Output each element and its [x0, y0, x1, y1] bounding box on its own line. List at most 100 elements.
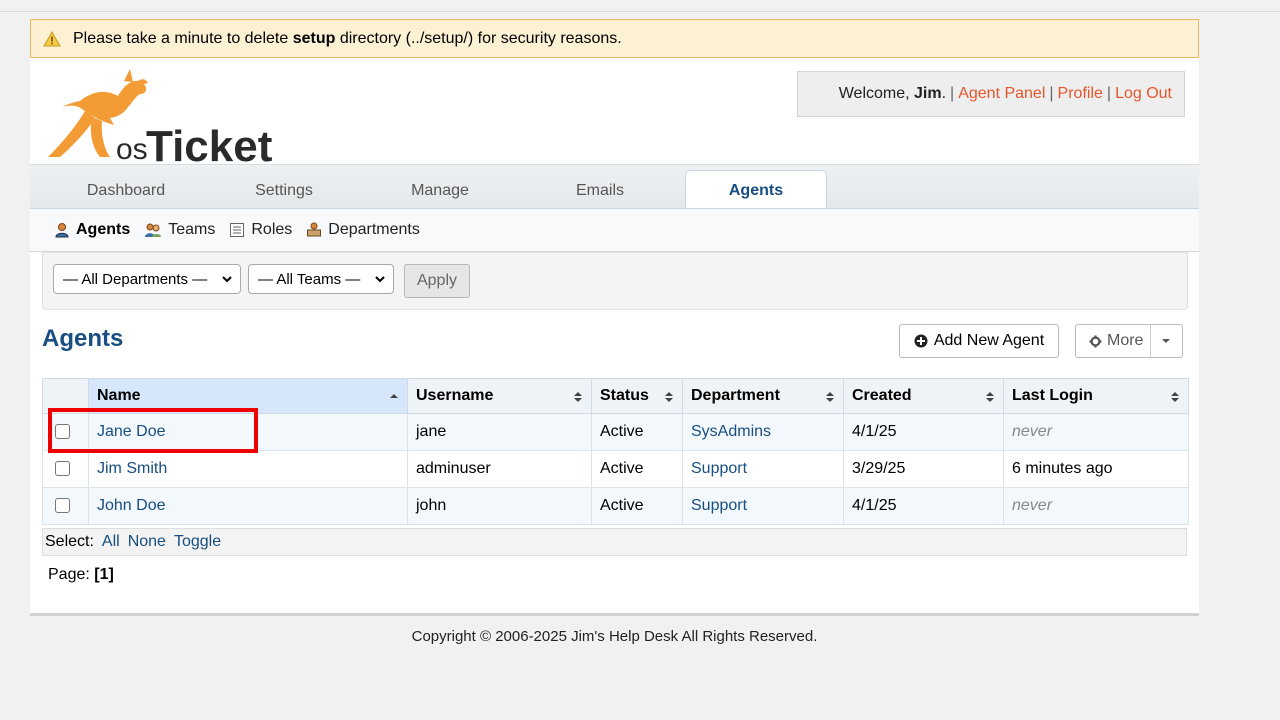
- department-link[interactable]: Support: [691, 460, 747, 477]
- column-header-status[interactable]: Status: [591, 378, 683, 414]
- more-button-label: More: [1107, 332, 1144, 349]
- department-cell: Support: [682, 450, 844, 488]
- page-title: Agents: [42, 325, 124, 352]
- created-cell: 4/1/25: [843, 487, 1004, 525]
- column-status-label: Status: [600, 387, 649, 404]
- created-cell: 4/1/25: [843, 413, 1004, 451]
- filter-bar: — All Departments — — All Teams — Apply: [42, 252, 1188, 310]
- department-filter-value: — All Departments —: [63, 270, 208, 288]
- agent-name-link[interactable]: Jim Smith: [97, 460, 167, 477]
- column-department-label: Department: [691, 387, 780, 404]
- column-header-department[interactable]: Department: [682, 378, 844, 414]
- subnav-item-departments[interactable]: Departments: [306, 221, 420, 239]
- sort-asc-icon: [390, 394, 398, 398]
- column-last-login-label: Last Login: [1012, 387, 1093, 404]
- name-cell: John Doe: [88, 487, 408, 525]
- plus-circle-icon: [914, 334, 928, 348]
- sort-icon: [986, 392, 994, 402]
- select-none-link[interactable]: None: [128, 533, 166, 551]
- logout-link[interactable]: Log Out: [1115, 85, 1172, 103]
- username-cell: john: [407, 487, 592, 525]
- warning-text-post: directory (../setup/) for security reaso…: [335, 29, 622, 47]
- warning-icon: [43, 30, 61, 47]
- profile-link[interactable]: Profile: [1058, 85, 1103, 103]
- tab-manage[interactable]: Manage: [375, 173, 505, 209]
- subnav-roles-label: Roles: [251, 221, 293, 238]
- team-filter-value: — All Teams —: [258, 270, 361, 288]
- sort-icon: [1171, 392, 1179, 402]
- agent-panel-link[interactable]: Agent Panel: [958, 85, 1045, 103]
- tab-settings[interactable]: Settings: [220, 173, 348, 209]
- separator: |: [1106, 85, 1112, 102]
- subnav-item-agents[interactable]: Agents: [54, 221, 130, 239]
- username-cell: adminuser: [407, 450, 592, 488]
- caret-down-icon: [1162, 339, 1171, 343]
- tab-emails[interactable]: Emails: [535, 173, 665, 209]
- team-filter-select[interactable]: — All Teams —: [248, 264, 394, 294]
- welcome-prefix: Welcome,: [838, 85, 915, 102]
- tab-dashboard[interactable]: Dashboard: [58, 173, 194, 209]
- more-button[interactable]: More: [1075, 324, 1183, 358]
- pagination: Page: [1]: [48, 566, 114, 584]
- current-page: [1]: [94, 566, 114, 583]
- sort-icon: [574, 392, 582, 402]
- page-container: Please take a minute to delete setup dir…: [30, 19, 1199, 616]
- select-toggle-link[interactable]: Toggle: [174, 533, 221, 551]
- main-nav: Dashboard Settings Manage Emails Agents: [30, 164, 1199, 210]
- status-cell: Active: [591, 450, 683, 488]
- teams-icon: [145, 223, 162, 237]
- warning-text-pre: Please take a minute to delete: [73, 29, 293, 47]
- logo-os-text: os: [116, 133, 148, 163]
- department-link[interactable]: Support: [691, 497, 747, 514]
- chevron-down-icon: [375, 276, 385, 283]
- column-name-label: Name: [97, 387, 141, 404]
- row-select-cell: [42, 450, 89, 488]
- subnav-item-teams[interactable]: Teams: [144, 221, 215, 239]
- select-label: Select:: [45, 533, 94, 550]
- annotation-highlight-box: [48, 408, 258, 453]
- departments-icon: [307, 222, 322, 237]
- top-divider: [0, 11, 1280, 12]
- column-header-last-login[interactable]: Last Login: [1003, 378, 1189, 414]
- column-created-label: Created: [852, 387, 912, 404]
- subnav-item-roles[interactable]: Roles: [229, 221, 292, 239]
- separator: |: [1049, 85, 1054, 102]
- created-cell: 3/29/25: [843, 450, 1004, 488]
- table-row: Jim Smith adminuser Active Support 3/29/…: [42, 450, 1189, 488]
- add-new-agent-button[interactable]: Add New Agent: [899, 324, 1059, 358]
- select-all-link[interactable]: All: [102, 533, 120, 551]
- welcome-box: Welcome, Jim . | Agent Panel | Profile |…: [797, 71, 1185, 117]
- row-checkbox[interactable]: [55, 461, 70, 477]
- username-cell: jane: [407, 413, 592, 451]
- security-warning-banner: Please take a minute to delete setup dir…: [30, 19, 1199, 58]
- agent-name-link[interactable]: John Doe: [97, 497, 166, 514]
- chevron-down-icon: [222, 276, 232, 283]
- osticket-logo[interactable]: os Ticket: [40, 63, 300, 171]
- column-header-created[interactable]: Created: [843, 378, 1004, 414]
- subnav-teams-label: Teams: [168, 221, 216, 238]
- welcome-suffix: .: [941, 85, 947, 102]
- row-checkbox[interactable]: [55, 498, 70, 514]
- row-select-cell: [42, 487, 89, 525]
- logo-ticket-text: Ticket: [146, 122, 273, 163]
- gear-icon: [1089, 334, 1102, 348]
- column-header-username[interactable]: Username: [407, 378, 592, 414]
- subnav-departments-label: Departments: [328, 221, 420, 238]
- name-cell: Jim Smith: [88, 450, 408, 488]
- department-link[interactable]: SysAdmins: [691, 423, 771, 440]
- more-dropdown-toggle[interactable]: [1149, 325, 1182, 357]
- sort-icon: [826, 392, 834, 402]
- pagination-label: Page:: [48, 566, 90, 583]
- department-cell: SysAdmins: [682, 413, 844, 451]
- status-cell: Active: [591, 487, 683, 525]
- apply-button[interactable]: Apply: [404, 264, 470, 298]
- last-login-cell: 6 minutes ago: [1003, 450, 1189, 488]
- more-button-main[interactable]: More: [1076, 332, 1150, 350]
- kangaroo-icon: [62, 79, 148, 125]
- department-filter-select[interactable]: — All Departments —: [53, 264, 241, 294]
- table-row: John Doe john Active Support 4/1/25 neve…: [42, 487, 1189, 525]
- column-username-label: Username: [416, 387, 494, 404]
- tab-agents[interactable]: Agents: [685, 170, 827, 210]
- status-cell: Active: [591, 413, 683, 451]
- add-new-agent-label: Add New Agent: [933, 332, 1045, 349]
